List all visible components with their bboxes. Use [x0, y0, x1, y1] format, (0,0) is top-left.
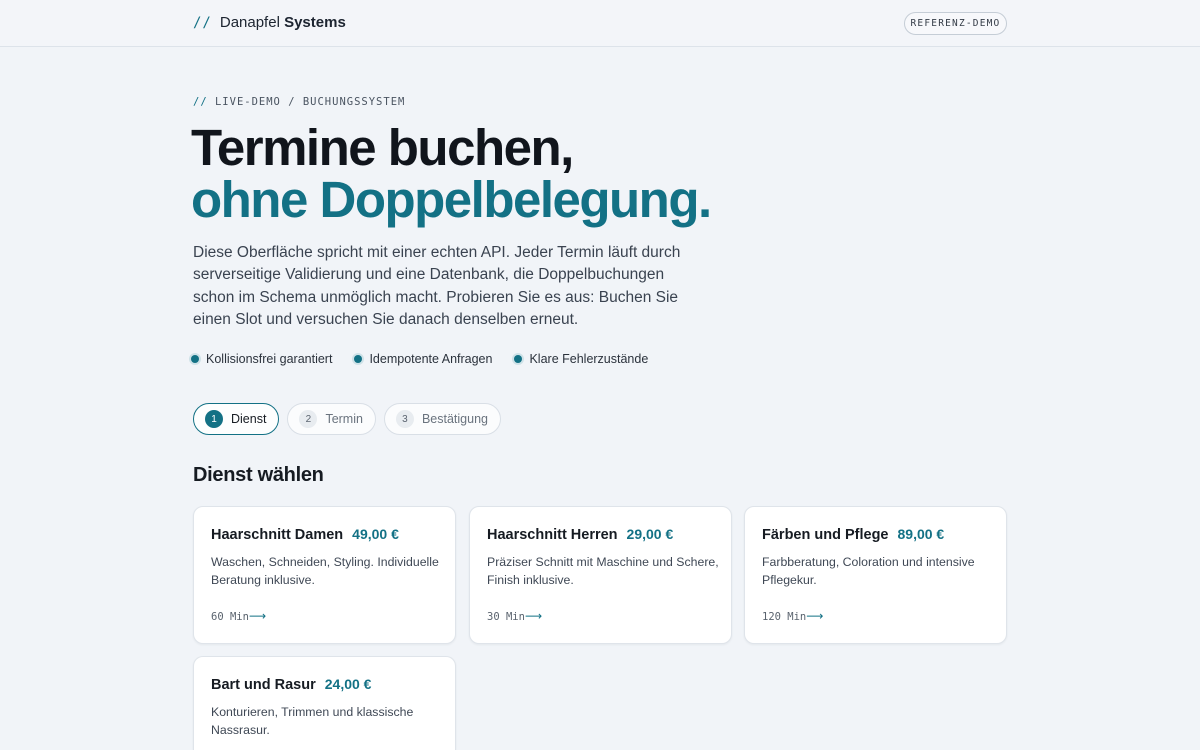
bullet-dot-icon [514, 355, 523, 363]
service-duration: 60 Min⟶ [211, 609, 267, 623]
step-label: Dienst [231, 412, 267, 426]
step-termin[interactable]: 2 Termin [287, 403, 376, 435]
service-price: 29,00 € [626, 526, 674, 542]
service-card-faerben-pflege[interactable]: Färben und Pflege 89,00 € Farbberatung, … [744, 506, 1007, 644]
feature-item: Klare Fehlerzustände [514, 352, 648, 366]
arrow-right-icon: ⟶ [248, 609, 267, 623]
feature-item: Kollisionsfrei garantiert [191, 352, 332, 366]
service-description: Präziser Schnitt mit Maschine und Schere… [487, 555, 719, 587]
feature-item: Idempotente Anfragen [354, 352, 492, 366]
bullet-dot-icon [354, 355, 363, 363]
feature-list: Kollisionsfrei garantiert Idempotente An… [191, 352, 648, 366]
section-title: Dienst wählen [193, 464, 324, 486]
page-title-line-1: Termine buchen, [191, 119, 574, 176]
page-title: Termine buchen, ohne Doppelbelegung. [191, 119, 712, 228]
top-bar: // Danapfel Systems REFERENZ-DEMO [0, 0, 1200, 47]
step-label: Bestätigung [421, 412, 488, 426]
arrow-right-icon: ⟶ [806, 609, 824, 623]
service-price: 89,00 € [897, 526, 945, 542]
step-number: 1 [205, 410, 223, 428]
service-description: Konturieren, Trimmen und klassische Nass… [211, 705, 414, 737]
arrow-right-icon: ⟶ [524, 609, 543, 623]
service-name: Haarschnitt Damen [211, 527, 344, 543]
breadcrumb: // LIVE-DEMO / BUCHUNGSSYSTEM [193, 96, 406, 108]
service-card-haarschnitt-herren[interactable]: Haarschnitt Herren 29,00 € Präziser Schn… [469, 506, 732, 644]
service-price: 24,00 € [324, 676, 372, 692]
service-duration: 120 Min⟶ [762, 609, 824, 623]
brand-slash-icon: // [193, 15, 212, 31]
bullet-dot-icon [191, 355, 199, 363]
step-number: 2 [299, 410, 318, 428]
service-description: Farbberatung, Coloration und intensive P… [762, 555, 975, 587]
service-name: Bart und Rasur [211, 677, 316, 693]
demo-badge: REFERENZ-DEMO [904, 12, 1007, 35]
step-label: Termin [325, 412, 363, 426]
step-bestaetigung[interactable]: 3 Bestätigung [383, 403, 501, 435]
service-price: 49,00 € [352, 526, 399, 542]
service-name: Färben und Pflege [762, 527, 889, 543]
step-number: 3 [395, 410, 414, 428]
service-duration: 30 Min⟶ [487, 609, 543, 623]
page-title-line-2: ohne Doppelbelegung. [191, 171, 712, 228]
service-card-bart-rasur[interactable]: Bart und Rasur 24,00 € Konturieren, Trim… [193, 656, 456, 750]
brand-logo[interactable]: // Danapfel Systems [193, 14, 346, 31]
step-indicator: 1 Dienst 2 Termin 3 Bestätigung [193, 403, 501, 435]
service-name: Haarschnitt Herren [487, 527, 618, 543]
brand-name: Danapfel Systems [219, 14, 346, 31]
step-dienst[interactable]: 1 Dienst [193, 403, 280, 435]
service-card-haarschnitt-damen[interactable]: Haarschnitt Damen 49,00 € Waschen, Schne… [193, 506, 456, 644]
service-description: Waschen, Schneiden, Styling. Individuell… [211, 555, 439, 587]
intro-text: Diese Oberfläche spricht mit einer echte… [193, 244, 681, 328]
